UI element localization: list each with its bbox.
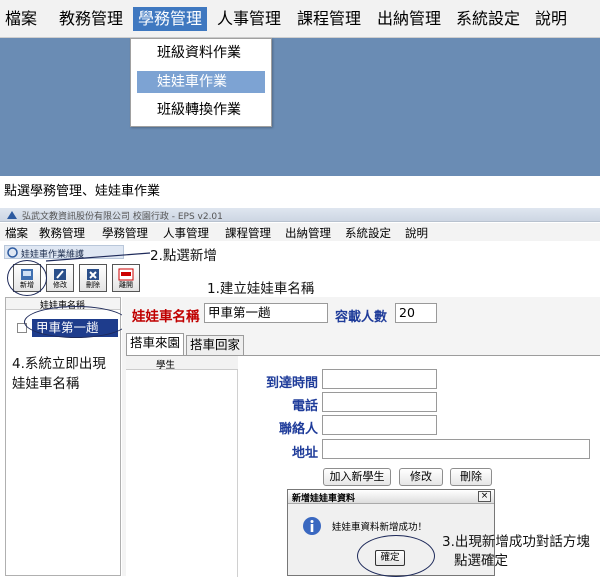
student-affairs-dropdown: 班級資料作業 娃娃車作業 班級轉換作業 bbox=[130, 38, 272, 127]
annotation-leader-line bbox=[45, 252, 151, 262]
menu-item-class-data[interactable]: 班級資料作業 bbox=[137, 42, 265, 64]
top-screenshot: 檔案 教務管理 學務管理 人事管理 課程管理 出納管理 系統設定 說明 班級資料… bbox=[0, 0, 600, 176]
annotation-step4-line1: 4.系統立即出現 bbox=[12, 356, 106, 372]
menu-item-class-transfer[interactable]: 班級轉換作業 bbox=[137, 99, 265, 121]
annotation-step3-line1: 3.出現新增成功對話方塊 bbox=[442, 534, 590, 550]
menu-item-school-bus[interactable]: 娃娃車作業 bbox=[137, 71, 265, 93]
menu-courses[interactable]: 課程管理 bbox=[297, 9, 361, 29]
menu-help[interactable]: 說明 bbox=[535, 9, 567, 29]
caption: 點選學務管理、娃娃車作業 bbox=[4, 184, 161, 199]
menu-settings[interactable]: 系統設定 bbox=[456, 9, 520, 29]
annotation-step2: 2.點選新增 bbox=[150, 248, 217, 264]
menu-cashier[interactable]: 出納管理 bbox=[377, 9, 441, 29]
menu-student-affairs[interactable]: 學務管理 bbox=[133, 7, 208, 31]
menu-personnel[interactable]: 人事管理 bbox=[217, 9, 281, 29]
menu-file[interactable]: 檔案 bbox=[5, 9, 37, 29]
annotation-step1: 1.建立娃娃車名稱 bbox=[207, 281, 315, 297]
app-window: 弘武文教資訊股份有限公司 校園行政 - EPS v2.01 檔案 教務管理 學務… bbox=[0, 208, 600, 577]
annotation-step4-line2: 娃娃車名稱 bbox=[12, 376, 80, 392]
main-menu-bar: 檔案 教務管理 學務管理 人事管理 課程管理 出納管理 系統設定 說明 bbox=[0, 0, 600, 38]
menu-academic[interactable]: 教務管理 bbox=[59, 9, 123, 29]
annotation-step3-line2: 點選確定 bbox=[454, 553, 508, 569]
